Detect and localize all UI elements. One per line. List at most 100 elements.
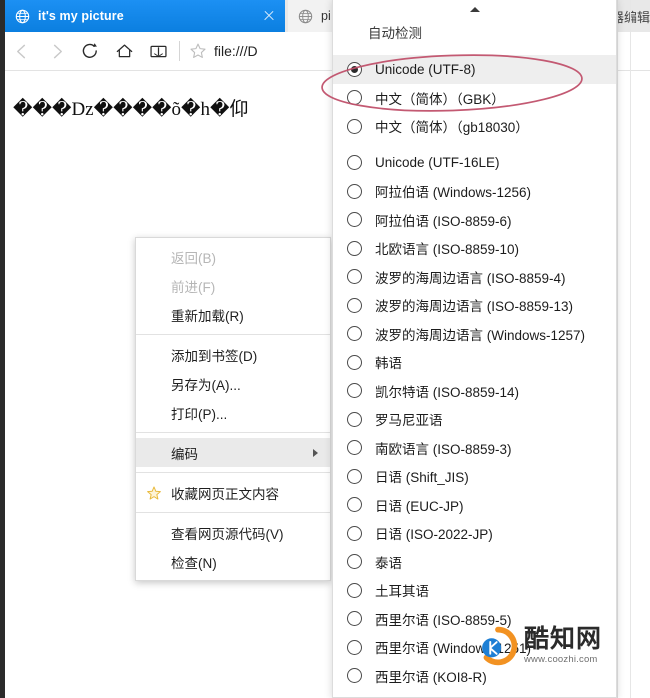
context-menu-item-label: 编码 — [171, 446, 198, 462]
encoding-option-label: 中文（简体）（gb18030） — [375, 120, 529, 136]
radio-icon — [347, 297, 362, 313]
encoding-option-baltic-windows1257[interactable]: 波罗的海周边语言 (Windows-1257) — [333, 320, 616, 349]
url-text: file:///D — [214, 43, 258, 59]
context-menu-item-label: 查看网页源代码(V) — [171, 526, 284, 542]
globe-icon — [15, 9, 30, 24]
encoding-option-cyrillic-iso88595[interactable]: 西里尔语 (ISO-8859-5) — [333, 605, 616, 634]
encoding-option-cyrillic-koi8u[interactable]: 西里尔语 (KOI8-U) — [333, 690, 616, 697]
radio-icon — [347, 497, 362, 513]
star-icon[interactable] — [188, 41, 208, 61]
encoding-option-arabic-windows1256[interactable]: 阿拉伯语 (Windows-1256) — [333, 177, 616, 206]
context-menu-item-save-as[interactable]: 另存为(A)... — [136, 369, 330, 398]
context-menu-separator — [136, 334, 330, 335]
radio-icon — [347, 354, 362, 370]
context-menu-item-label: 收藏网页正文内容 — [171, 486, 279, 502]
context-menu-item-label: 返回(B) — [171, 250, 216, 266]
chevron-up-icon[interactable] — [333, 0, 616, 18]
close-icon[interactable] — [261, 8, 277, 24]
radio-icon — [347, 118, 362, 134]
context-menu-item-label: 前进(F) — [171, 279, 216, 295]
encoding-option-utf8[interactable]: Unicode (UTF-8) — [333, 55, 616, 84]
encoding-option-turkish[interactable]: 土耳其语 — [333, 576, 616, 605]
encoding-option-label: 阿拉伯语 (Windows-1256) — [375, 185, 532, 201]
encoding-option-japanese-eucjp[interactable]: 日语 (EUC-JP) — [333, 491, 616, 520]
radio-icon — [347, 525, 362, 541]
encoding-option-label: 波罗的海周边语言 (Windows-1257) — [375, 327, 586, 343]
context-menu-item-encoding[interactable]: 编码 — [136, 438, 330, 467]
encoding-submenu: 自动检测 Unicode (UTF-8) 中文（简体）（GBK） 中文（简体）（… — [332, 0, 617, 698]
encoding-option-gb18030[interactable]: 中文（简体）（gb18030） — [333, 112, 616, 141]
encoding-option-label: 韩语 — [375, 356, 402, 372]
encoding-option-baltic-iso885913[interactable]: 波罗的海周边语言 (ISO-8859-13) — [333, 291, 616, 320]
context-menu-item-label: 添加到书签(D) — [171, 348, 258, 364]
forward-arrow-icon[interactable] — [39, 34, 73, 68]
submenu-right-edge — [617, 0, 618, 698]
context-menu-item-label: 重新加载(R) — [171, 308, 244, 324]
context-menu-item-forward[interactable]: 前进(F) — [136, 271, 330, 300]
context-menu-item-label: 检查(N) — [171, 555, 217, 571]
radio-icon — [347, 611, 362, 627]
chevron-right-icon — [313, 448, 318, 457]
encoding-option-label: 土耳其语 — [375, 584, 429, 600]
context-menu-item-view-source[interactable]: 查看网页源代码(V) — [136, 518, 330, 547]
radio-icon — [347, 440, 362, 456]
encoding-option-label: Unicode (UTF-8) — [375, 61, 476, 77]
encoding-option-cyrillic-windows1251[interactable]: 西里尔语 (Windows-1251) — [333, 633, 616, 662]
encoding-option-japanese-iso2022jp[interactable]: 日语 (ISO-2022-JP) — [333, 519, 616, 548]
encoding-option-label: 日语 (Shift_JIS) — [375, 470, 469, 486]
radio-icon — [347, 468, 362, 484]
context-menu-item-reload[interactable]: 重新加载(R) — [136, 300, 330, 329]
encoding-option-japanese-shiftjis[interactable]: 日语 (Shift_JIS) — [333, 462, 616, 491]
toolbar-divider — [179, 41, 180, 61]
encoding-option-label: 波罗的海周边语言 (ISO-8859-13) — [375, 299, 574, 315]
radio-icon — [347, 90, 362, 106]
home-icon[interactable] — [107, 34, 141, 68]
encoding-option-label: 北欧语言 (ISO-8859-10) — [375, 242, 520, 258]
back-arrow-icon[interactable] — [5, 34, 39, 68]
encoding-option-south-european-iso88593[interactable]: 南欧语言 (ISO-8859-3) — [333, 434, 616, 463]
encoding-option-cyrillic-koi8r[interactable]: 西里尔语 (KOI8-R) — [333, 662, 616, 691]
encoding-option-label: 凯尔特语 (ISO-8859-14) — [375, 384, 520, 400]
radio-icon — [347, 554, 362, 570]
context-menu-separator — [136, 432, 330, 433]
radio-icon — [347, 326, 362, 342]
radio-icon — [347, 582, 362, 598]
browser-window: 器编辑 it's my picture — [0, 0, 650, 698]
encoding-option-baltic-iso88594[interactable]: 波罗的海周边语言 (ISO-8859-4) — [333, 263, 616, 292]
encoding-option-korean[interactable]: 韩语 — [333, 348, 616, 377]
encoding-option-label: 日语 (ISO-2022-JP) — [375, 527, 493, 543]
context-menu-item-label: 另存为(A)... — [171, 377, 241, 393]
encoding-option-utf16le[interactable]: Unicode (UTF-16LE) — [333, 149, 616, 178]
encoding-option-label: 罗马尼亚语 — [375, 413, 443, 429]
radio-icon — [347, 183, 362, 199]
radio-icon — [347, 212, 362, 228]
reload-icon[interactable] — [73, 34, 107, 68]
tab-title: it's my picture — [38, 9, 124, 23]
context-menu-item-print[interactable]: 打印(P)... — [136, 398, 330, 427]
encoding-option-label: 南欧语言 (ISO-8859-3) — [375, 441, 512, 457]
context-menu-separator — [136, 512, 330, 513]
encoding-option-gbk[interactable]: 中文（简体）（GBK） — [333, 84, 616, 113]
encoding-option-label: 波罗的海周边语言 (ISO-8859-4) — [375, 270, 566, 286]
star-icon — [146, 485, 162, 501]
encoding-option-romanian[interactable]: 罗马尼亚语 — [333, 405, 616, 434]
context-menu-separator — [136, 472, 330, 473]
radio-icon — [347, 240, 362, 256]
encoding-option-label: 西里尔语 (ISO-8859-5) — [375, 612, 512, 628]
encoding-option-arabic-iso88596[interactable]: 阿拉伯语 (ISO-8859-6) — [333, 206, 616, 235]
encoding-submenu-header: 自动检测 — [368, 26, 422, 41]
book-icon[interactable] — [141, 34, 175, 68]
tab-active[interactable]: it's my picture — [5, 0, 285, 32]
encoding-option-label: 中文（简体）（GBK） — [375, 91, 505, 107]
window-left-edge — [0, 0, 5, 698]
radio-icon — [347, 411, 362, 427]
context-menu-item-back[interactable]: 返回(B) — [136, 242, 330, 271]
encoding-option-nordic-iso885910[interactable]: 北欧语言 (ISO-8859-10) — [333, 234, 616, 263]
context-menu-item-bookmark[interactable]: 添加到书签(D) — [136, 340, 330, 369]
encoding-option-thai[interactable]: 泰语 — [333, 548, 616, 577]
context-menu-item-inspect[interactable]: 检查(N) — [136, 547, 330, 576]
radio-icon — [347, 668, 362, 684]
encoding-option-celtic-iso885914[interactable]: 凯尔特语 (ISO-8859-14) — [333, 377, 616, 406]
context-menu-item-collect-article[interactable]: 收藏网页正文内容 — [136, 478, 330, 507]
